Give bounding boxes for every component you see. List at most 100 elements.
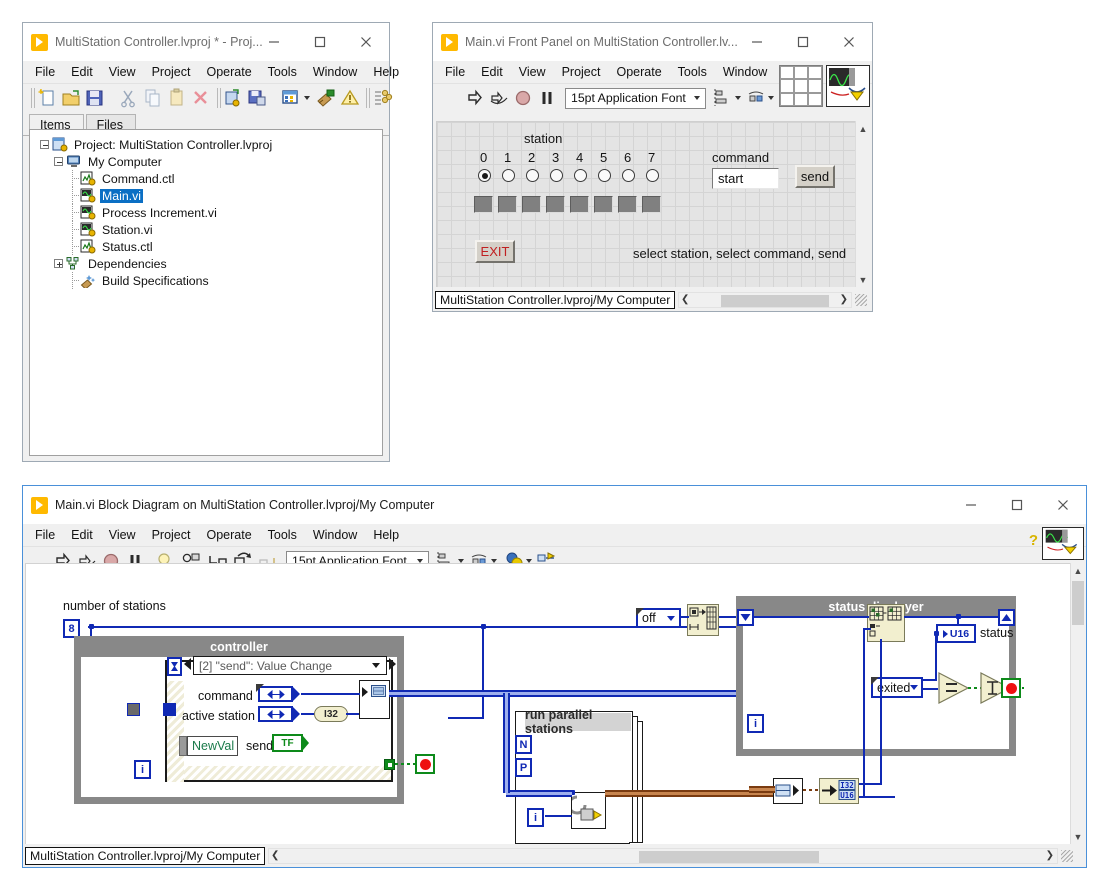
off-enum-constant[interactable]: off	[636, 608, 681, 628]
resolve-conflicts-icon[interactable]	[371, 87, 393, 109]
scroll-right-icon[interactable]: ❯	[1046, 850, 1054, 861]
chevron-down-icon[interactable]	[304, 96, 310, 100]
maximize-icon[interactable]	[994, 486, 1040, 524]
chevron-down-icon[interactable]	[767, 96, 774, 100]
parallel-p-terminal[interactable]: P	[515, 758, 532, 777]
shift-register-right[interactable]	[998, 609, 1015, 626]
event-structure-tunnel[interactable]	[163, 703, 176, 716]
event-structure-timeout-terminal[interactable]	[167, 657, 182, 676]
front-panel-status-row[interactable]: MultiStation Controller.lvproj/My Comput…	[435, 291, 867, 309]
block-diagram-canvas[interactable]: number of stations 8 controller i [2] "s…	[25, 563, 1071, 844]
equal-comparison-node[interactable]	[938, 672, 969, 704]
menu-help[interactable]: Help	[365, 526, 407, 544]
arrange-icon[interactable]	[280, 87, 302, 109]
project-toolbar[interactable]	[23, 84, 393, 112]
send-boolean-terminal[interactable]: TF	[272, 734, 303, 752]
event-prev-case-arrow[interactable]	[184, 658, 191, 670]
scroll-thumb[interactable]	[721, 295, 829, 307]
resize-grip-icon[interactable]	[855, 294, 867, 306]
station-radio-2[interactable]	[526, 169, 539, 182]
chevron-down-icon[interactable]	[372, 663, 380, 668]
tree-row-process-increment-vi[interactable]: Process Increment.vi	[30, 204, 382, 221]
maximize-icon[interactable]	[780, 23, 826, 61]
menu-window[interactable]: Window	[305, 526, 365, 544]
open-project-icon[interactable]	[60, 87, 82, 109]
project-window[interactable]: MultiStation Controller.lvproj * - Proj.…	[22, 22, 399, 462]
project-tree[interactable]: Project: MultiStation Controller.lvproj …	[29, 129, 383, 456]
save-all-icon[interactable]	[246, 87, 268, 109]
loop-stop-tunnel[interactable]	[384, 759, 395, 770]
front-panel-window[interactable]: Main.vi Front Panel on MultiStation Cont…	[432, 22, 873, 312]
menu-project[interactable]: Project	[144, 526, 199, 544]
stop-button-terminal[interactable]	[415, 754, 435, 774]
close-icon[interactable]	[1040, 486, 1086, 524]
align-objects-icon[interactable]	[712, 87, 734, 109]
block-diagram-status-row[interactable]: MultiStation Controller.lvproj/My Comput…	[25, 847, 1073, 865]
scroll-left-icon[interactable]: ❮	[681, 294, 689, 305]
close-icon[interactable]	[343, 23, 389, 61]
block-diagram-window[interactable]: Main.vi Block Diagram on MultiStation Co…	[22, 485, 1087, 868]
project-window-titlebar[interactable]: MultiStation Controller.lvproj * - Proj.…	[23, 23, 389, 61]
warning-icon[interactable]	[339, 87, 361, 109]
project-menubar[interactable]: File Edit View Project Operate Tools Win…	[23, 61, 399, 84]
initialize-array-node[interactable]	[687, 604, 719, 636]
menu-view[interactable]: View	[511, 63, 554, 81]
block-diagram-vertical-scrollbar[interactable]: ▲ ▼	[1070, 563, 1084, 844]
scroll-right-icon[interactable]: ❯	[840, 294, 848, 305]
send-button[interactable]: send	[795, 165, 835, 188]
expand-expander-icon[interactable]	[54, 259, 63, 268]
collapse-expander-icon[interactable]	[40, 140, 49, 149]
pause-icon[interactable]	[536, 87, 558, 109]
menu-view[interactable]: View	[101, 526, 144, 544]
exited-enum-constant[interactable]: exited	[871, 677, 923, 698]
type-cast-node[interactable]: I32 U16	[819, 778, 859, 804]
shift-register-left[interactable]	[737, 609, 754, 626]
menu-edit[interactable]: Edit	[473, 63, 511, 81]
minimize-icon[interactable]	[251, 23, 297, 61]
menu-file[interactable]: File	[27, 526, 63, 544]
menu-edit[interactable]: Edit	[63, 526, 101, 544]
menu-operate[interactable]: Operate	[198, 63, 259, 81]
vi-icon-glyph[interactable]	[1042, 527, 1084, 560]
menu-operate[interactable]: Operate	[608, 63, 669, 81]
station-radio-6[interactable]	[622, 169, 635, 182]
front-panel-icon-group[interactable]	[779, 65, 870, 107]
deploy-icon[interactable]	[222, 87, 244, 109]
run-arrow-icon[interactable]	[464, 87, 486, 109]
controller-loop-tunnel[interactable]	[127, 703, 140, 716]
menu-window[interactable]: Window	[715, 63, 775, 81]
front-panel-canvas[interactable]: station 0 1 2 3 4 5 6 7 command start se…	[436, 121, 859, 287]
collapse-expander-icon[interactable]	[54, 157, 63, 166]
close-icon[interactable]	[826, 23, 872, 61]
save-project-icon[interactable]	[84, 87, 106, 109]
menu-tools[interactable]: Tools	[260, 63, 305, 81]
resize-grip-icon[interactable]	[1061, 850, 1073, 862]
tree-row-my-computer[interactable]: My Computer	[30, 153, 382, 170]
menu-file[interactable]: File	[437, 63, 473, 81]
menu-help[interactable]: Help	[365, 63, 407, 81]
replace-array-subset-node[interactable]	[867, 604, 905, 642]
new-file-icon[interactable]	[36, 87, 58, 109]
newval-terminal[interactable]: NewVal	[187, 736, 238, 756]
status-indicator[interactable]: U16	[936, 624, 976, 643]
chevron-down-icon[interactable]	[693, 96, 700, 100]
menu-file[interactable]: File	[27, 63, 63, 81]
abort-execution-icon[interactable]	[512, 87, 534, 109]
unbundle-node[interactable]	[773, 778, 803, 804]
parallel-n-terminal[interactable]: N	[515, 735, 532, 754]
front-panel-titlebar[interactable]: Main.vi Front Panel on MultiStation Cont…	[433, 23, 872, 61]
front-panel-vertical-scrollbar[interactable]: ▲ ▼	[855, 121, 869, 287]
scroll-thumb[interactable]	[1072, 581, 1084, 625]
block-diagram-window-buttons[interactable]	[948, 486, 1086, 524]
event-data-node-handle[interactable]	[179, 736, 187, 756]
menu-operate[interactable]: Operate	[198, 526, 259, 544]
event-case-selector[interactable]: [2] "send": Value Change	[193, 656, 387, 675]
station-radio-4[interactable]	[574, 169, 587, 182]
active-station-event-data-terminal[interactable]	[258, 706, 293, 722]
project-window-buttons[interactable]	[251, 23, 389, 61]
block-diagram-titlebar[interactable]: Main.vi Block Diagram on MultiStation Co…	[23, 486, 1086, 524]
chevron-down-icon[interactable]	[734, 96, 741, 100]
scroll-up-icon[interactable]: ▲	[1071, 563, 1085, 578]
tree-row-command-ctl[interactable]: Command.ctl	[30, 170, 382, 187]
scroll-down-icon[interactable]: ▼	[1071, 829, 1085, 844]
